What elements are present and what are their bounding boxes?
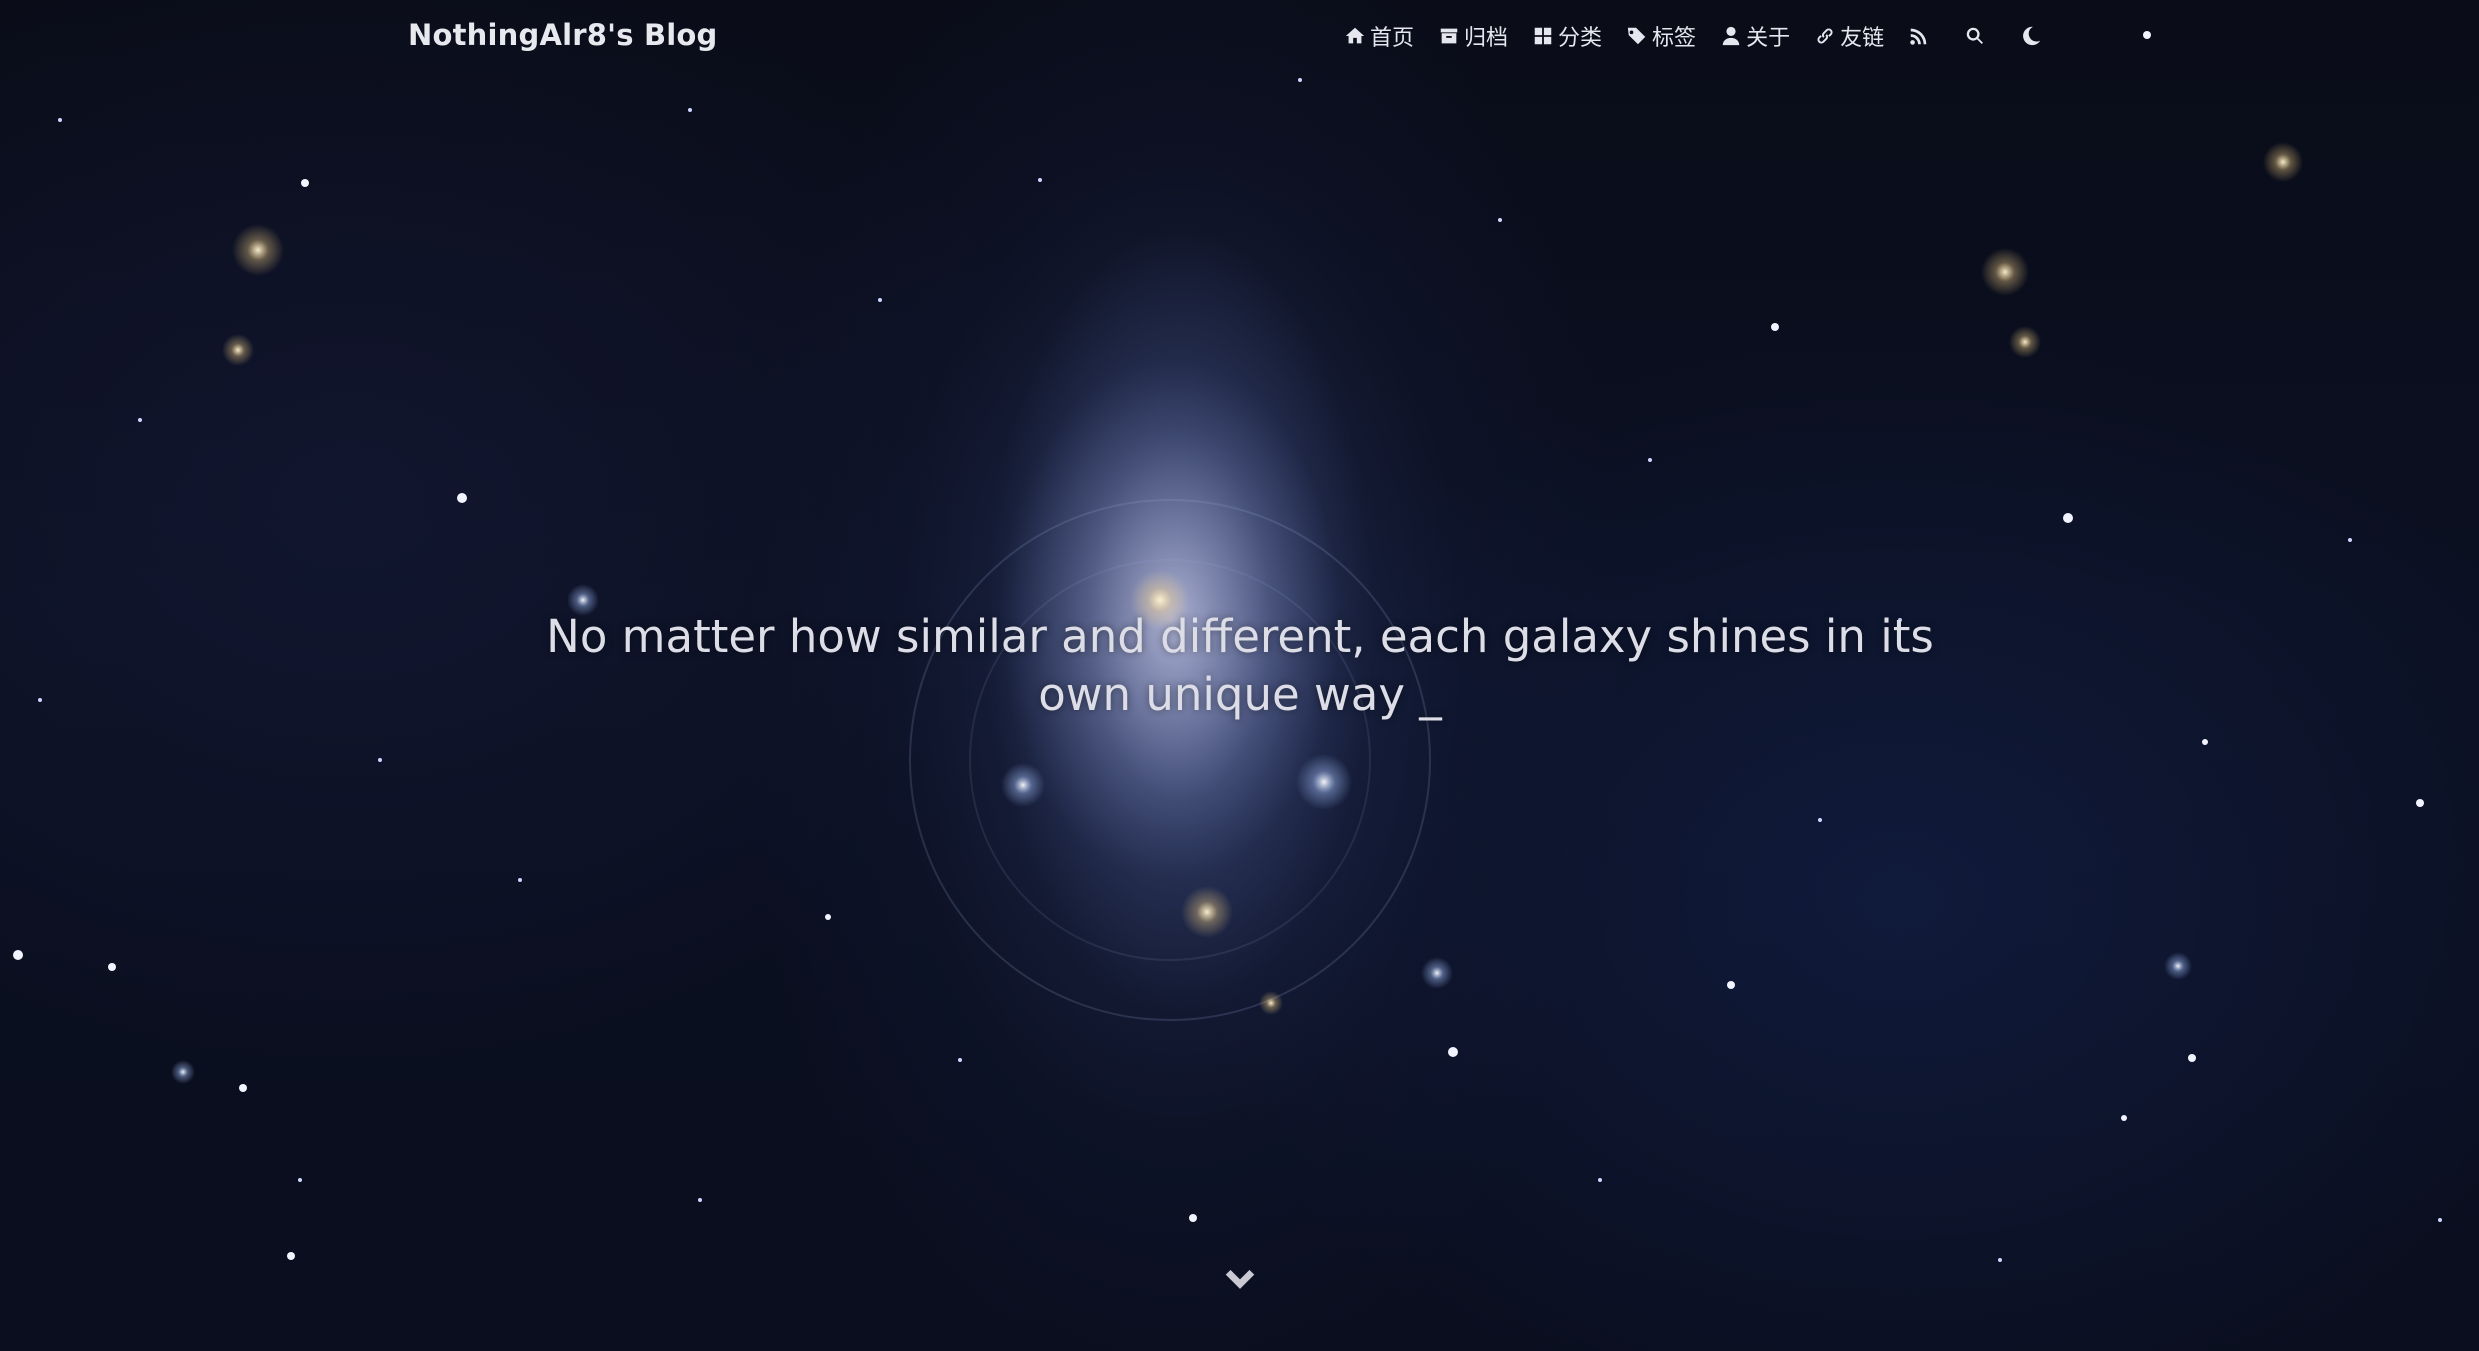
link-icon: [1817, 28, 1833, 44]
scroll-down-button[interactable]: [1221, 1262, 1259, 1300]
blog-title[interactable]: NothingAlr8's Blog: [408, 18, 717, 52]
archive-icon: [1440, 28, 1458, 44]
nav-item-label: 归档: [1464, 26, 1509, 51]
nav-item-label: 标签: [1652, 26, 1697, 51]
nav-item-links[interactable]: 友链: [1814, 20, 1884, 52]
moon-icon: [2023, 26, 2041, 46]
hero-subtitle: No matter how similar and different, eac…: [546, 610, 1934, 721]
nav-item-categories[interactable]: 分类: [1532, 20, 1602, 52]
nav-menu: 首页 归档 分类 标签 关于 友链: [1344, 20, 2076, 52]
nav-item-label: 关于: [1746, 26, 1791, 51]
chevron-down-icon: [1225, 1269, 1255, 1289]
grid-icon: [1534, 27, 1552, 45]
dark-mode-toggle[interactable]: [2020, 25, 2042, 47]
nav-item-label: 分类: [1558, 26, 1603, 51]
nav-item-label: 友链: [1840, 26, 1885, 51]
rss-icon: [1910, 28, 1927, 45]
search-button[interactable]: [1964, 25, 1986, 47]
nav-item-label: 首页: [1370, 26, 1415, 51]
user-icon: [1722, 26, 1740, 46]
nav-item-tags[interactable]: 标签: [1626, 20, 1696, 52]
tags-icon: [1627, 27, 1646, 45]
search-icon: [1966, 27, 1984, 44]
nav-item-home[interactable]: 首页: [1344, 20, 1414, 52]
rss-button[interactable]: [1908, 25, 1930, 47]
nav-item-archive[interactable]: 归档: [1438, 20, 1508, 52]
home-icon: [1345, 27, 1365, 44]
hero-banner: NothingAlr8's Blog 首页 归档 分类 标签 关于 友链 No …: [0, 0, 2479, 1351]
top-navbar: NothingAlr8's Blog 首页 归档 分类 标签 关于 友链: [0, 0, 2479, 72]
nav-item-about[interactable]: 关于: [1720, 20, 1790, 52]
